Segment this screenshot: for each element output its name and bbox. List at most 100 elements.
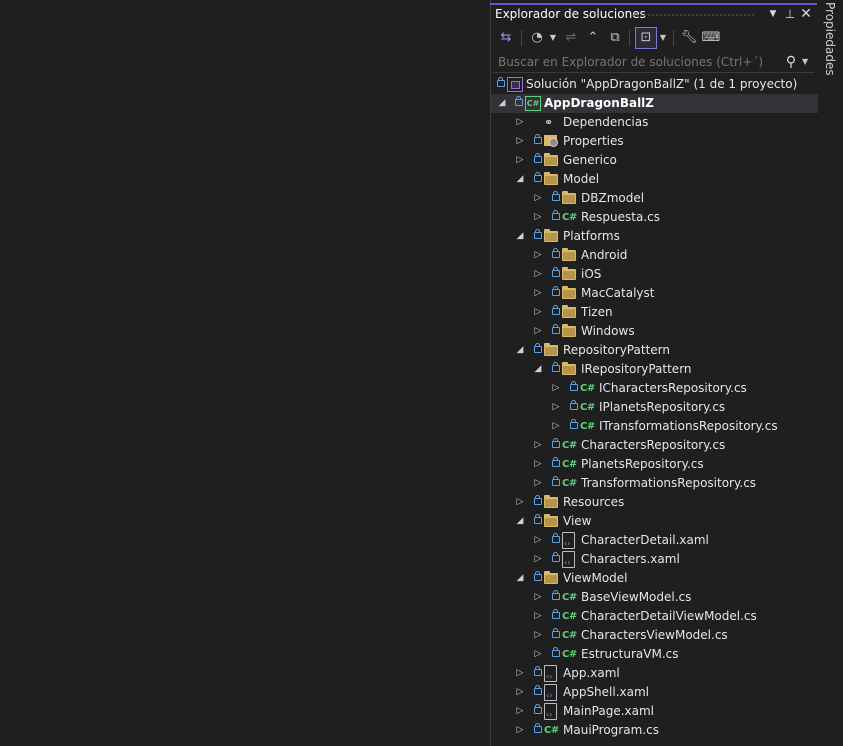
tree-item[interactable]: ◢ IRepositoryPattern — [491, 360, 818, 379]
tree-item[interactable]: ▷ MainPage.xaml — [491, 702, 818, 721]
tree-item[interactable]: ▷ Tizen — [491, 303, 818, 322]
collapsed-arrow-icon[interactable]: ▷ — [515, 132, 525, 151]
tree-item[interactable]: ▷ C# IPlanetsRepository.cs — [491, 398, 818, 417]
tree-item[interactable]: ◢ RepositoryPattern — [491, 341, 818, 360]
solution-row[interactable]: Solución "AppDragonBallZ" (1 de 1 proyec… — [491, 75, 818, 94]
collapsed-arrow-icon[interactable]: ▷ — [551, 417, 561, 436]
collapsed-arrow-icon[interactable]: ▷ — [533, 436, 543, 455]
collapsed-arrow-icon[interactable]: ▷ — [533, 550, 543, 569]
tree-item[interactable]: ▷ C# BaseViewModel.cs — [491, 588, 818, 607]
tree-item[interactable]: ▷ C# ICharactersRepository.cs — [491, 379, 818, 398]
folder-icon — [544, 343, 558, 356]
close-icon[interactable]: ✕ — [798, 5, 814, 23]
collapsed-arrow-icon[interactable]: ▷ — [533, 189, 543, 208]
collapsed-arrow-icon[interactable]: ▷ — [533, 455, 543, 474]
tree-item[interactable]: ▷ C# CharactersRepository.cs — [491, 436, 818, 455]
tree-item[interactable]: ◢ ViewModel — [491, 569, 818, 588]
show-all-files-icon[interactable]: ⧉ — [605, 28, 625, 48]
collapsed-arrow-icon[interactable]: ▷ — [551, 398, 561, 417]
collapsed-arrow-icon[interactable]: ▷ — [533, 531, 543, 550]
expanded-arrow-icon[interactable]: ◢ — [497, 94, 507, 113]
tree-item[interactable]: ▷ C# PlanetsRepository.cs — [491, 455, 818, 474]
collapsed-arrow-icon[interactable]: ▷ — [533, 645, 543, 664]
expanded-arrow-icon[interactable]: ◢ — [515, 170, 525, 189]
collapsed-arrow-icon[interactable]: ▷ — [533, 607, 543, 626]
tree-item[interactable]: ▷ DBZmodel — [491, 189, 818, 208]
collapsed-arrow-icon[interactable]: ▷ — [515, 113, 525, 132]
search-box[interactable]: ⚲ ▼ — [493, 52, 814, 73]
preview-dropdown-icon[interactable]: ▼ — [659, 28, 667, 48]
expanded-arrow-icon[interactable]: ◢ — [515, 341, 525, 360]
preview-selected-items-icon[interactable]: ⊡ — [635, 27, 657, 49]
collapsed-arrow-icon[interactable]: ▷ — [533, 322, 543, 341]
tree-item[interactable]: ▷ ⚭ Dependencias — [491, 113, 818, 132]
tree-item[interactable]: ▷ Android — [491, 246, 818, 265]
collapsed-arrow-icon[interactable]: ▷ — [533, 208, 543, 227]
pending-changes-filter-icon[interactable]: ◔ — [527, 28, 547, 48]
expanded-arrow-icon[interactable]: ◢ — [533, 360, 543, 379]
pin-icon[interactable]: ⊥ — [782, 5, 798, 23]
tree-item[interactable]: ▷ C# ITransformationsRepository.cs — [491, 417, 818, 436]
view-code-icon[interactable]: ⌨ — [701, 28, 721, 48]
search-options-dropdown-icon[interactable]: ▼ — [802, 53, 812, 71]
collapsed-arrow-icon[interactable]: ▷ — [515, 151, 525, 170]
window-options-icon[interactable]: ▼ — [765, 5, 781, 23]
tree-item[interactable]: ▷ C# TransformationsRepository.cs — [491, 474, 818, 493]
titlebar-grip[interactable] — [631, 13, 756, 17]
collapsed-arrow-icon[interactable]: ▷ — [533, 303, 543, 322]
lock-icon — [534, 514, 542, 524]
collapsed-arrow-icon[interactable]: ▷ — [515, 493, 525, 512]
panel-title: Explorador de soluciones — [495, 7, 646, 21]
project-row[interactable]: ◢ C# AppDragonBallZ — [491, 94, 818, 113]
tree-item[interactable]: ▷ Windows — [491, 322, 818, 341]
tree-item[interactable]: ▷ C# Respuesta.cs — [491, 208, 818, 227]
tree-item-label: App.xaml — [563, 666, 620, 680]
expanded-arrow-icon[interactable]: ◢ — [515, 569, 525, 588]
expanded-arrow-icon[interactable]: ◢ — [515, 512, 525, 531]
collapsed-arrow-icon[interactable]: ▷ — [533, 265, 543, 284]
tree-item[interactable]: ▷ MacCatalyst — [491, 284, 818, 303]
tree-item[interactable]: ▷ App.xaml — [491, 664, 818, 683]
tree-item-label: Resources — [563, 495, 625, 509]
tree-item[interactable]: ▷ Resources — [491, 493, 818, 512]
tree-item-label: Model — [563, 172, 600, 186]
tree-item[interactable]: ▷ AppShell.xaml — [491, 683, 818, 702]
collapsed-arrow-icon[interactable]: ▷ — [515, 721, 525, 740]
sync-with-active-document-icon[interactable]: ⇌ — [561, 28, 581, 48]
switch-views-icon[interactable]: ⇆ — [496, 28, 516, 48]
search-icon[interactable]: ⚲ — [783, 53, 799, 71]
tree-item[interactable]: ▷ C# EstructuraVM.cs — [491, 645, 818, 664]
tree-item[interactable]: ◢ Model — [491, 170, 818, 189]
tree-item[interactable]: ▷ C# CharacterDetailViewModel.cs — [491, 607, 818, 626]
folder-icon — [562, 248, 576, 261]
properties-wrench-icon[interactable]: 🔧︎ — [679, 28, 699, 48]
lock-icon — [552, 476, 560, 486]
properties-side-tab[interactable]: Propiedades — [818, 0, 843, 746]
tree-item[interactable]: ▷ C# MauiProgram.cs — [491, 721, 818, 740]
expanded-arrow-icon[interactable]: ◢ — [515, 227, 525, 246]
lock-icon — [534, 495, 542, 505]
collapsed-arrow-icon[interactable]: ▷ — [515, 683, 525, 702]
folder-icon — [562, 267, 576, 280]
tree-item[interactable]: ▷ CharacterDetail.xaml — [491, 531, 818, 550]
tree-item[interactable]: ◢ View — [491, 512, 818, 531]
tree-item[interactable]: ▷ C# CharactersViewModel.cs — [491, 626, 818, 645]
folder-icon — [562, 324, 576, 337]
tree-item[interactable]: ▷ Generico — [491, 151, 818, 170]
tree-item[interactable]: ◢ Platforms — [491, 227, 818, 246]
search-input[interactable] — [498, 54, 768, 70]
collapsed-arrow-icon[interactable]: ▷ — [533, 474, 543, 493]
collapsed-arrow-icon[interactable]: ▷ — [551, 379, 561, 398]
filter-dropdown-icon[interactable]: ▼ — [549, 28, 557, 48]
tree-item[interactable]: ▷ Properties — [491, 132, 818, 151]
collapse-all-icon[interactable]: ⌃ — [583, 28, 603, 48]
tree-item[interactable]: ▷ iOS — [491, 265, 818, 284]
tree-item[interactable]: ▷ Characters.xaml — [491, 550, 818, 569]
collapsed-arrow-icon[interactable]: ▷ — [533, 246, 543, 265]
tree-item-label: MainPage.xaml — [563, 704, 654, 718]
collapsed-arrow-icon[interactable]: ▷ — [533, 588, 543, 607]
collapsed-arrow-icon[interactable]: ▷ — [533, 284, 543, 303]
collapsed-arrow-icon[interactable]: ▷ — [533, 626, 543, 645]
collapsed-arrow-icon[interactable]: ▷ — [515, 702, 525, 721]
collapsed-arrow-icon[interactable]: ▷ — [515, 664, 525, 683]
